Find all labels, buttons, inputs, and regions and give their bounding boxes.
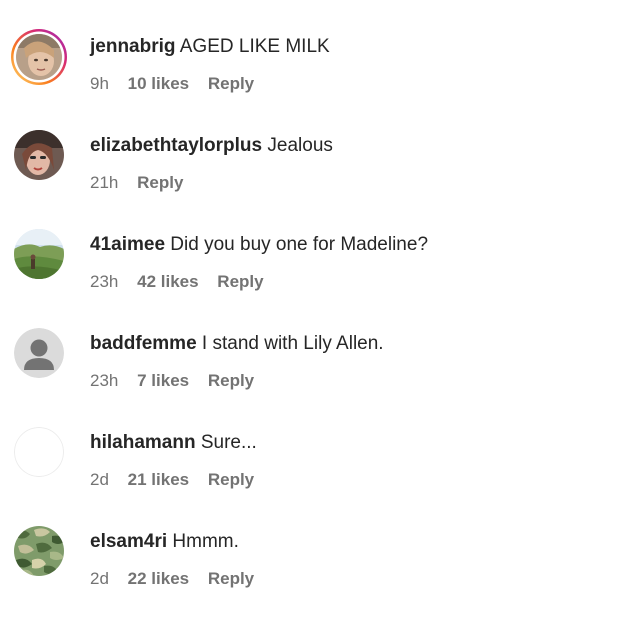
comment-text-line: jennabrig AGED LIKE MILK (90, 35, 330, 59)
comments-list: jennabrig AGED LIKE MILK 9h 10 likes Rep… (0, 0, 634, 597)
comment-text-line: 41aimee Did you buy one for Madeline? (90, 233, 428, 257)
comment-username[interactable]: 41aimee (90, 234, 165, 255)
comment-text-line: elsam4ri Hmmm. (90, 530, 239, 554)
reply-button[interactable]: Reply (208, 569, 254, 588)
comment-text-line: hilahamann Sure... (90, 431, 257, 455)
landscape-photo-icon[interactable] (14, 229, 64, 279)
comment-likes[interactable]: 21 likes (128, 470, 189, 489)
comment-username[interactable]: hilahamann (90, 432, 196, 453)
comment-timestamp: 2d (90, 569, 109, 588)
comment-timestamp: 23h (90, 371, 119, 390)
comment-meta: 21h Reply (90, 172, 197, 194)
comment-text-line: elizabethtaylorplus Jealous (90, 134, 333, 158)
comment-item: elizabethtaylorplus Jealous 21h Reply (0, 123, 634, 222)
comment-item: elsam4ri Hmmm. 2d 22 likes Reply (0, 519, 634, 618)
comment-text-line: baddfemme I stand with Lily Allen. (90, 332, 384, 356)
comment-timestamp: 23h (90, 272, 119, 291)
comment-username[interactable]: baddfemme (90, 333, 197, 354)
comment-item: jennabrig AGED LIKE MILK 9h 10 likes Rep… (0, 24, 634, 123)
comment-body: I stand with Lily Allen. (201, 333, 384, 354)
default-user-icon[interactable] (14, 328, 64, 378)
comment-meta: 2d 21 likes Reply (90, 469, 268, 491)
comment-meta: 23h 7 likes Reply (90, 370, 268, 392)
comment-item: hilahamann Sure... 2d 21 likes Reply (0, 420, 634, 519)
camouflage-pattern-icon[interactable] (14, 526, 64, 576)
reply-button[interactable]: Reply (208, 470, 254, 489)
comment-body: Hmmm. (172, 531, 239, 552)
comment-timestamp: 2d (90, 470, 109, 489)
comment-meta: 2d 22 likes Reply (90, 568, 268, 590)
comment-likes[interactable]: 10 likes (128, 74, 189, 93)
comment-body: Jealous (267, 135, 333, 156)
comment-username[interactable]: elizabethtaylorplus (90, 135, 262, 156)
reply-button[interactable]: Reply (208, 371, 254, 390)
reply-button[interactable]: Reply (217, 272, 263, 291)
comment-body: Sure... (200, 432, 257, 453)
comment-meta: 9h 10 likes Reply (90, 73, 268, 95)
comment-likes[interactable]: 22 likes (128, 569, 189, 588)
comment-meta: 23h 42 likes Reply (90, 271, 278, 293)
comment-likes[interactable]: 7 likes (137, 371, 189, 390)
comment-timestamp: 21h (90, 173, 119, 192)
comment-item: 41aimee Did you buy one for Madeline? 23… (0, 222, 634, 321)
comment-item: baddfemme I stand with Lily Allen. 23h 7… (0, 321, 634, 420)
comment-body: AGED LIKE MILK (179, 36, 330, 57)
comment-username[interactable]: jennabrig (90, 36, 176, 57)
comment-timestamp: 9h (90, 74, 109, 93)
blank-avatar-icon[interactable] (14, 427, 64, 477)
profile-photo-icon[interactable] (14, 130, 64, 180)
reply-button[interactable]: Reply (208, 74, 254, 93)
comment-body: Did you buy one for Madeline? (170, 234, 429, 255)
comment-username[interactable]: elsam4ri (90, 531, 167, 552)
reply-button[interactable]: Reply (137, 173, 183, 192)
profile-photo-story-ring-icon[interactable] (10, 28, 68, 86)
comment-likes[interactable]: 42 likes (137, 272, 198, 291)
